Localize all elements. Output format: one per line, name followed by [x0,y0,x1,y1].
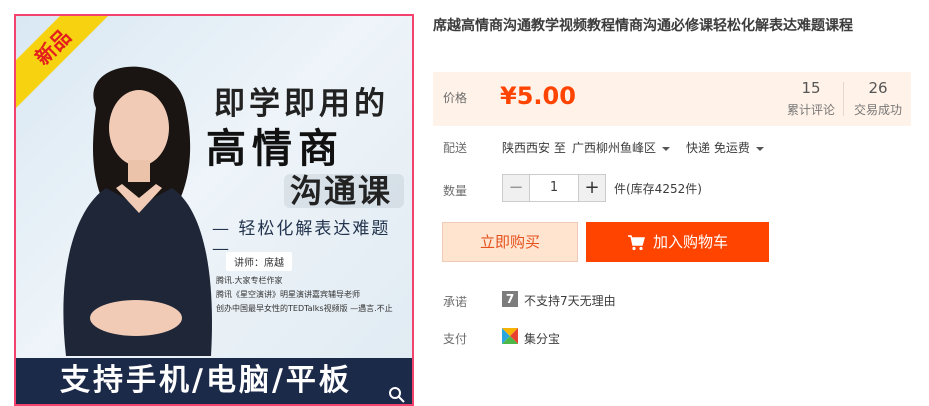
chevron-down-icon [755,146,764,151]
bio-line: 创办中国最早女性的TEDTalks视频版 —遇言.不止 [216,304,393,313]
sales-label: 交易成功 [853,103,902,117]
quantity-input[interactable]: 1 [529,175,579,201]
product-image[interactable]: 新品 即学即用的 高情商 沟通课 — 轻松化解表达难题 — 讲师：席越 腾讯.大… [14,14,414,406]
bio-line: 腾讯.大家专栏作家 [216,276,283,285]
reviews-label: 累计评论 [786,103,835,117]
buy-now-button[interactable]: 立即购买 [442,222,578,262]
product-title: 席越高情商沟通教学视频教程情商沟通必修课轻松化解表达难题课程 [433,18,853,34]
sales-count: 26 [868,79,888,97]
search-icon[interactable] [388,386,406,404]
jifenbao-icon [502,328,518,344]
price-value: ¥5.00 [500,82,576,110]
teacher-badge: 讲师：席越 [226,252,292,271]
ship-destination-select[interactable]: 广西柳州鱼峰区 [572,139,671,156]
ship-method: 快递 免运费 [686,141,750,155]
ship-method-select[interactable]: 快递 免运费 [686,139,764,156]
price-label: 价格 [443,91,468,105]
no-return-icon: 7 [502,291,518,307]
bio-line: 腾讯《星空演讲》明星演讲嘉宾辅导老师 [216,290,360,299]
image-headline-3: 沟通课 [290,172,393,210]
reviews-stat[interactable]: 15 累计评论 [778,79,844,118]
price-panel: 价格 ¥5.00 15 累计评论 26 交易成功 [433,72,911,126]
chevron-down-icon [662,146,671,151]
sales-stat[interactable]: 26 交易成功 [845,79,911,118]
reviews-count: 15 [801,79,821,97]
promise-text[interactable]: 不支持7天无理由 [524,292,616,309]
cart-icon [627,234,645,250]
product-page: 新品 即学即用的 高情商 沟通课 — 轻松化解表达难题 — 讲师：席越 腾讯.大… [0,0,929,406]
decrease-button[interactable]: − [503,175,529,201]
ship-destination: 广西柳州鱼峰区 [572,141,657,155]
instructor-photo [63,66,212,356]
teacher-bio: 腾讯.大家专栏作家 腾讯《星空演讲》明星演讲嘉宾辅导老师 创办中国最早女性的TE… [216,274,412,316]
quantity-stepper: − 1 + [502,174,606,202]
add-to-cart-label: 加入购物车 [652,233,728,251]
increase-button[interactable]: + [579,175,605,201]
stock-text: 件(库存4252件) [614,182,702,196]
payment-text: 集分宝 [524,332,561,346]
payment-label: 支付 [443,332,468,346]
ship-from: 陕西西安 至 [502,141,566,155]
add-to-cart-button[interactable]: 加入购物车 [586,222,769,262]
stat-divider [843,82,844,116]
promise-label: 承诺 [443,295,468,309]
shipping-label: 配送 [443,141,468,155]
quantity-label: 数量 [443,184,468,198]
device-support-banner: 支持手机/电脑/平板 [16,358,412,404]
